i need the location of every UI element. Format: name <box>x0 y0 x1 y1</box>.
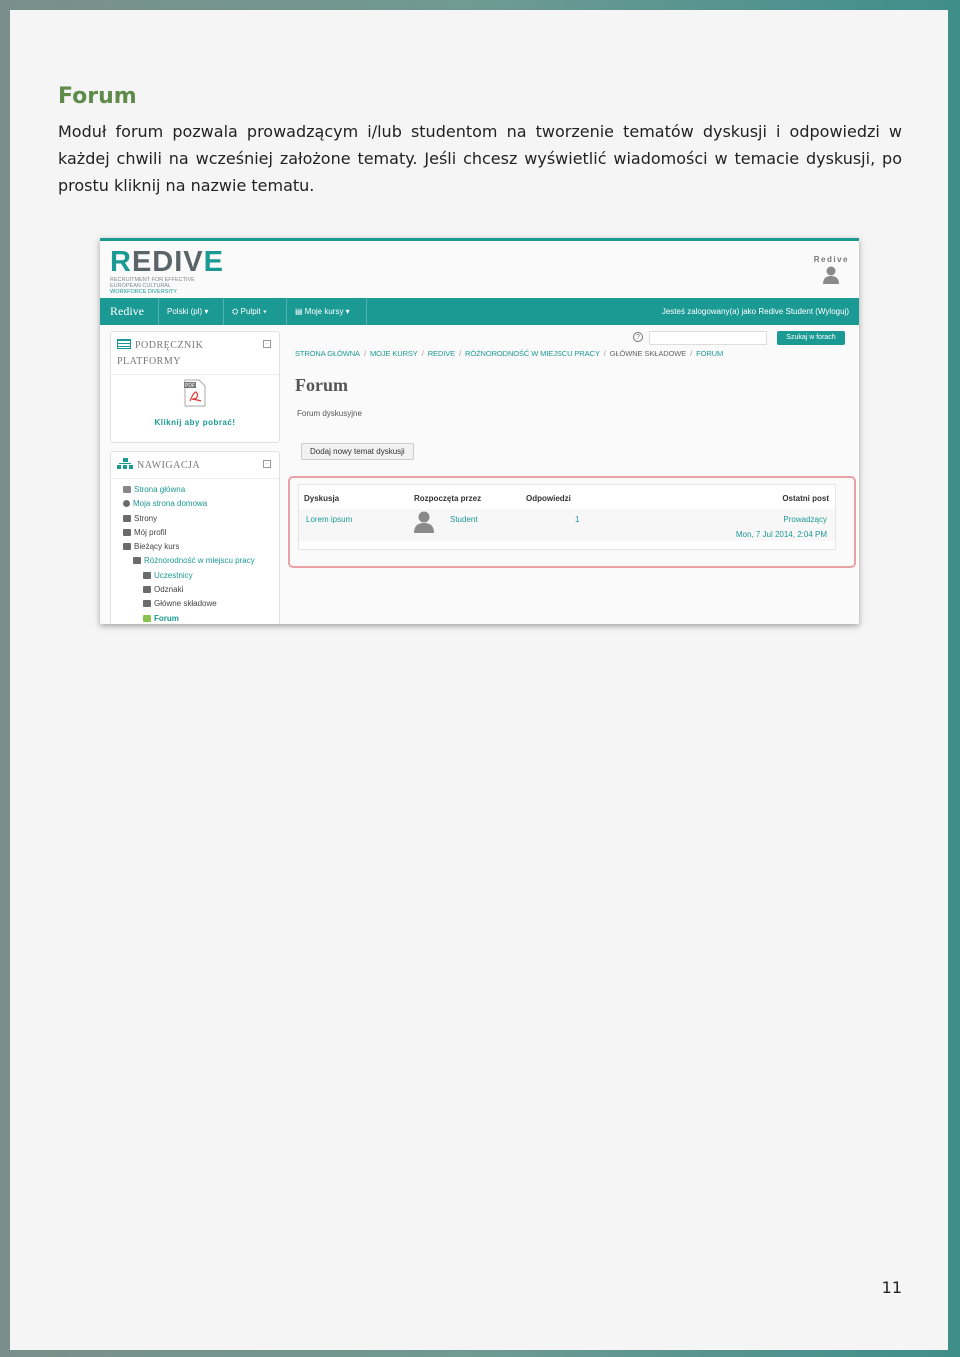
table-header-replies[interactable]: Odpowiedzi <box>526 494 571 503</box>
started-by-link[interactable]: Student <box>450 515 478 524</box>
nav-item-main-components[interactable]: Główne składowe <box>123 597 273 611</box>
breadcrumb-section: GŁÓWNE SKŁADOWE <box>609 349 687 358</box>
navigation-block-header: NAWIGACJA − <box>111 452 279 479</box>
collapse-icon[interactable]: − <box>263 340 271 348</box>
last-post-date[interactable]: Mon, 7 Jul 2014, 2:04 PM <box>736 530 827 539</box>
sitemap-icon <box>117 458 133 469</box>
search-button[interactable]: Szukaj w forach <box>777 331 845 345</box>
breadcrumb: STRONA GŁÓWNA / MOJE KURSY / REDIVE / RÓŻNOROD… <box>295 349 724 358</box>
nav-brand[interactable]: Redive <box>110 304 144 319</box>
forum-subtitle: Forum dyskusyjne <box>297 409 362 418</box>
logo-word: REDIVE <box>110 246 224 278</box>
forum-search: ? Szukaj w forach <box>633 331 853 345</box>
folder-icon <box>123 543 131 551</box>
my-courses-menu[interactable]: ▤ Moje kursy ▾ <box>286 298 358 325</box>
login-info[interactable]: Jesteś zalogowany(a) jako Redive Student… <box>662 298 849 325</box>
table-header-discussion[interactable]: Dyskusja <box>304 494 339 503</box>
student-avatar-icon[interactable] <box>414 511 434 533</box>
manual-block-header: PODRĘCZNIK PLATFORMY − <box>111 332 279 375</box>
folder-icon <box>133 557 141 565</box>
folder-icon <box>143 600 151 608</box>
add-topic-button[interactable]: Dodaj nowy temat dyskusji <box>301 443 414 460</box>
manual-block: PODRĘCZNIK PLATFORMY − PDF Kliknij aby po… <box>110 331 280 443</box>
last-post-author[interactable]: Prowadzący <box>783 515 827 524</box>
nav-divider <box>366 298 367 325</box>
search-input[interactable] <box>649 331 767 345</box>
folder-icon <box>123 514 131 522</box>
page-number: 11 <box>881 1278 902 1297</box>
folder-icon <box>143 586 151 594</box>
nav-item-badges[interactable]: Odznaki <box>123 583 273 597</box>
briefcase-icon: ▤ <box>295 307 305 316</box>
top-navbar: Redive Polski (pl) ▾ ⛭ Pulpit ▾ ▤ Moje k… <box>100 298 859 325</box>
doc-paragraph: Moduł forum pozwala prowadzącym i/lub st… <box>58 122 902 195</box>
left-sidebar: PODRĘCZNIK PLATFORMY − PDF Kliknij aby po… <box>110 331 280 624</box>
replies-count[interactable]: 1 <box>575 515 579 524</box>
pdf-download[interactable]: PDF <box>111 375 279 418</box>
circle-icon <box>123 500 130 508</box>
manual-icon <box>117 339 131 349</box>
download-link[interactable]: Kliknij aby pobrać! <box>111 418 279 433</box>
nav-item-profile[interactable]: Mój profil <box>123 526 273 540</box>
home-icon <box>123 486 131 493</box>
user-menu[interactable]: Redive <box>814 255 849 284</box>
nav-item-home[interactable]: Strona główna <box>123 483 273 497</box>
breadcrumb-my-courses[interactable]: MOJE KURSY <box>370 349 418 358</box>
forum-heading: Forum <box>295 375 348 395</box>
help-icon[interactable]: ? <box>633 332 643 342</box>
breadcrumb-forum[interactable]: FORUM <box>696 349 723 358</box>
nav-item-pages[interactable]: Strony <box>123 512 273 526</box>
highlight-frame: Dyskusja Rozpoczęta przez Odpowiedzi Ost… <box>288 476 856 568</box>
table-header-last-post[interactable]: Ostatni post <box>782 494 829 503</box>
svg-text:PDF: PDF <box>185 383 195 389</box>
breadcrumb-home[interactable]: STRONA GŁÓWNA <box>295 349 360 358</box>
folder-icon <box>143 571 151 579</box>
site-logo[interactable]: REDIVE RECRUITMENT FOR EFFECTIVE EUROPEA… <box>110 247 224 295</box>
nav-item-my-home[interactable]: Moja strona domowa <box>123 497 273 511</box>
nav-item-forum[interactable]: Forum <box>123 612 273 624</box>
nav-item-participants[interactable]: Uczestnicy <box>123 569 273 583</box>
embedded-screenshot: REDIVE RECRUITMENT FOR EFFECTIVE EUROPEA… <box>100 238 859 624</box>
discussion-table: Dyskusja Rozpoczęta przez Odpowiedzi Ost… <box>298 484 836 550</box>
nav-item-course[interactable]: Różnorodność w miejscu pracy <box>123 554 273 568</box>
table-header-started-by[interactable]: Rozpoczęta przez <box>414 494 481 503</box>
document-page: Forum Moduł forum pozwala prowadzącym i/… <box>10 10 948 1350</box>
user-avatar-icon <box>823 266 840 284</box>
doc-title: Forum <box>58 84 137 109</box>
pdf-file-icon: PDF <box>184 379 206 407</box>
breadcrumb-redive[interactable]: REDIVE <box>428 349 455 358</box>
discussion-link[interactable]: Lorem ipsum <box>306 515 352 524</box>
dashboard-icon: ⛭ <box>232 307 241 316</box>
dashboard-menu[interactable]: ⛭ Pulpit ▾ <box>223 298 275 325</box>
site-header: REDIVE RECRUITMENT FOR EFFECTIVE EUROPEA… <box>100 241 859 298</box>
navigation-block: NAWIGACJA − Strona główna Moja strona do… <box>110 451 280 624</box>
folder-icon <box>123 528 131 536</box>
nav-item-current-course[interactable]: Bieżący kurs <box>123 540 273 554</box>
collapse-icon[interactable]: − <box>263 460 271 468</box>
user-name: Redive <box>813 255 849 264</box>
forum-icon <box>143 614 151 622</box>
logo-subtitle-3: WORKFORCE DIVERSITY <box>110 289 177 295</box>
navigation-list: Strona główna Moja strona domowa Strony … <box>111 479 279 624</box>
language-menu[interactable]: Polski (pl) ▾ <box>158 298 216 325</box>
breadcrumb-course[interactable]: RÓŻNORODNOŚĆ W MIEJSCU PRACY <box>465 349 600 358</box>
